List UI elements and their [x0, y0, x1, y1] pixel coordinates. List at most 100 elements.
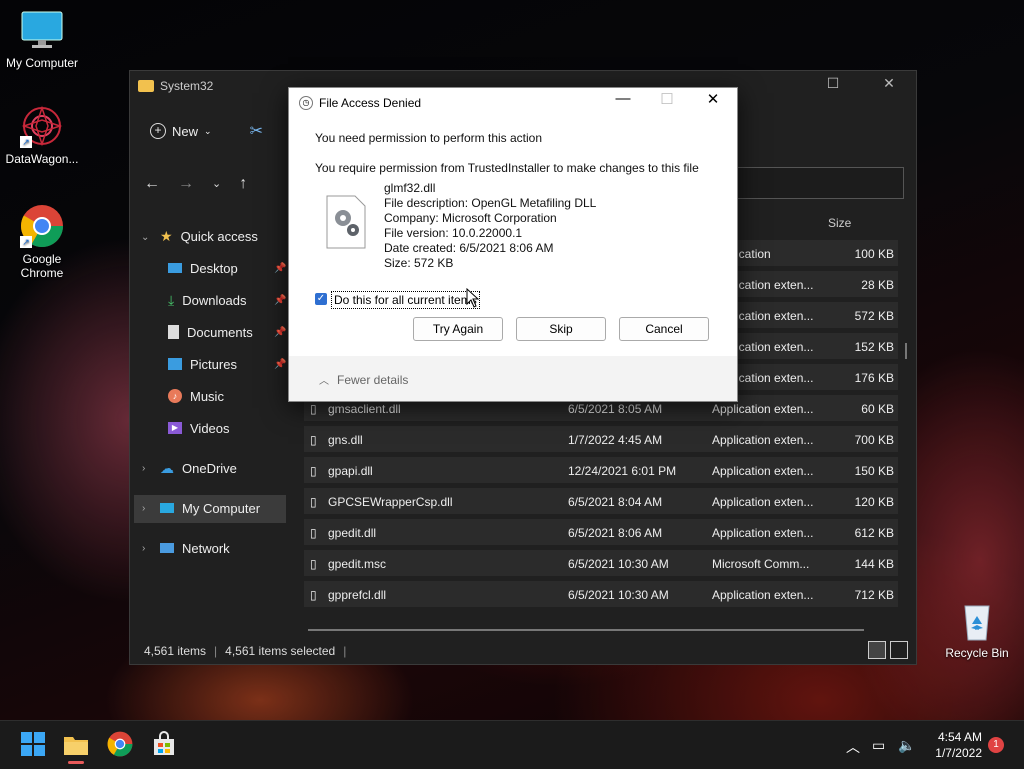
nav-label: Network [182, 540, 230, 556]
apply-all-label[interactable]: Do this for all current items [331, 291, 480, 309]
chevron-right-icon[interactable]: › [142, 463, 145, 474]
minimize-button[interactable]: — [603, 90, 643, 107]
dialog-title-text: File Access Denied [319, 96, 422, 110]
store-taskbar-icon[interactable] [151, 731, 179, 759]
desktop-icon-my-computer[interactable]: My Computer [0, 8, 84, 70]
network-status-icon[interactable]: ▭ [872, 737, 885, 754]
skip-button[interactable]: Skip [516, 317, 606, 341]
mouse-cursor-icon [466, 287, 480, 308]
file-size: Size: 572 KB [384, 256, 454, 270]
chevron-up-icon: ︿ [319, 376, 329, 387]
try-again-button[interactable]: Try Again [413, 317, 503, 341]
table-row[interactable]: ▯ GPCSEWrapperCsp.dll 6/5/2021 8:04 AM A… [304, 488, 898, 514]
cell-date: 6/5/2021 8:04 AM [568, 495, 663, 509]
dll-file-icon: ▯ [310, 464, 317, 478]
cell-name: gpprefcl.dll [328, 588, 387, 602]
taskbar-clock[interactable]: 4:54 AM 1/7/2022 [932, 729, 982, 761]
cell-size: 60 KB [861, 402, 894, 416]
file-version: File version: 10.0.22000.1 [384, 226, 523, 240]
dll-file-icon: ▯ [310, 588, 317, 602]
cell-type: Application exten... [712, 464, 814, 478]
dll-file-icon: ▯ [310, 402, 317, 416]
chevron-down-icon: ⌄ [204, 125, 212, 136]
file-explorer-taskbar-icon[interactable] [62, 731, 90, 764]
table-row[interactable]: ▯ gpedit.msc 6/5/2021 10:30 AM Microsoft… [304, 550, 898, 576]
desktop-icon-label: Recycle Bin [945, 646, 1009, 660]
notification-badge[interactable]: 1 [988, 737, 1004, 753]
details-view-button[interactable] [868, 641, 886, 659]
fewer-details-label: Fewer details [337, 372, 409, 387]
file-details: glmf32.dll File description: OpenGL Meta… [384, 181, 596, 271]
table-row[interactable]: ▯ gpapi.dll 12/24/2021 6:01 PM Applicati… [304, 457, 898, 483]
nav-item-quick-access[interactable]: ★ Quick access [160, 222, 258, 250]
nav-label: Quick access [180, 228, 258, 244]
desktop-icon-google-chrome[interactable]: ↗ Google Chrome [0, 204, 84, 280]
shortcut-arrow-icon: ↗ [20, 236, 32, 248]
horizontal-scrollbar[interactable] [308, 629, 864, 631]
cut-icon[interactable]: ✂ [250, 121, 263, 141]
back-arrow-icon[interactable]: ← [144, 175, 160, 193]
tiles-view-button[interactable] [890, 641, 908, 659]
pin-icon: 📌 [274, 358, 287, 370]
close-button[interactable]: ✕ [866, 75, 912, 92]
cell-size: 700 KB [854, 433, 894, 447]
search-box[interactable] [730, 167, 904, 199]
clock-time: 4:54 AM [937, 730, 982, 744]
folder-icon [138, 80, 154, 92]
dll-file-icon: ▯ [310, 495, 317, 509]
apply-all-checkbox[interactable]: ✓ [315, 293, 327, 305]
cell-type: Microsoft Comm... [712, 557, 810, 571]
volume-icon[interactable]: 🔈 [898, 737, 915, 754]
chrome-taskbar-icon[interactable] [107, 731, 135, 759]
cell-type: Application exten... [712, 402, 814, 416]
file-access-denied-dialog: ◷ File Access Denied — ☐ ✕ You need perm… [288, 87, 738, 402]
nav-item-onedrive[interactable]: ☁ OneDrive [160, 454, 237, 482]
picture-icon [168, 358, 182, 370]
chevron-right-icon[interactable]: › [142, 543, 145, 554]
chevron-right-icon[interactable]: › [142, 503, 145, 514]
nav-item-music[interactable]: ♪ Music [168, 382, 224, 410]
desktop-icon-label: DataWagon... [5, 152, 79, 166]
music-icon: ♪ [168, 389, 182, 403]
chevron-down-icon[interactable]: ⌄ [141, 232, 149, 243]
column-header-size[interactable]: Size [828, 216, 851, 230]
cell-name: gns.dll [328, 433, 363, 447]
desktop-icon-datawagon[interactable]: ↗ DataWagon... [0, 104, 84, 166]
cell-type: Application exten... [712, 588, 814, 602]
fewer-details-toggle[interactable]: ︿ Fewer details [319, 372, 409, 388]
close-button[interactable]: ✕ [693, 90, 733, 108]
chrome-icon: ↗ [20, 204, 64, 248]
cell-size: 144 KB [854, 557, 894, 571]
desktop-icon-recycle-bin[interactable]: Recycle Bin [935, 598, 1019, 660]
monitor-icon [20, 8, 64, 52]
recent-chevron-icon[interactable]: ⌄ [212, 175, 221, 193]
table-row[interactable]: ▯ gpprefcl.dll 6/5/2021 10:30 AM Applica… [304, 581, 898, 607]
cell-name: gmsaclient.dll [328, 402, 401, 416]
new-button[interactable]: + New ⌄ [150, 123, 212, 139]
clock-icon: ◷ [299, 96, 313, 110]
table-row[interactable]: ▯ gns.dll 1/7/2022 4:45 AM Application e… [304, 426, 898, 452]
nav-label: Desktop [190, 260, 238, 276]
window-title-text: System32 [160, 79, 214, 93]
cell-date: 1/7/2022 4:45 AM [568, 433, 663, 447]
nav-item-videos[interactable]: ▶ Videos [168, 414, 230, 442]
status-separator: | [214, 644, 218, 658]
show-hidden-icons-chevron-icon[interactable]: ︿ [846, 737, 860, 757]
nav-label: OneDrive [182, 460, 237, 476]
msc-file-icon: ▯ [310, 557, 317, 571]
cancel-button[interactable]: Cancel [619, 317, 709, 341]
taskbar: ︿ ▭ 🔈 4:54 AM 1/7/2022 1 [0, 720, 1024, 769]
maximize-button[interactable]: ☐ [810, 75, 856, 92]
cell-size: 28 KB [861, 278, 894, 292]
vertical-scrollbar[interactable] [905, 343, 907, 359]
table-row[interactable]: ▯ gpedit.dll 6/5/2021 8:06 AM Applicatio… [304, 519, 898, 545]
forward-arrow-icon[interactable]: → [178, 175, 194, 193]
cell-size: 612 KB [854, 526, 894, 540]
nav-label: Music [190, 388, 224, 404]
video-icon: ▶ [168, 422, 182, 434]
up-arrow-icon[interactable]: ↑ [239, 175, 247, 193]
nav-item-my-computer[interactable]: My Computer [160, 494, 260, 522]
windows-start-icon[interactable] [20, 731, 48, 759]
active-app-indicator [68, 761, 84, 764]
nav-item-network[interactable]: Network [160, 534, 230, 562]
